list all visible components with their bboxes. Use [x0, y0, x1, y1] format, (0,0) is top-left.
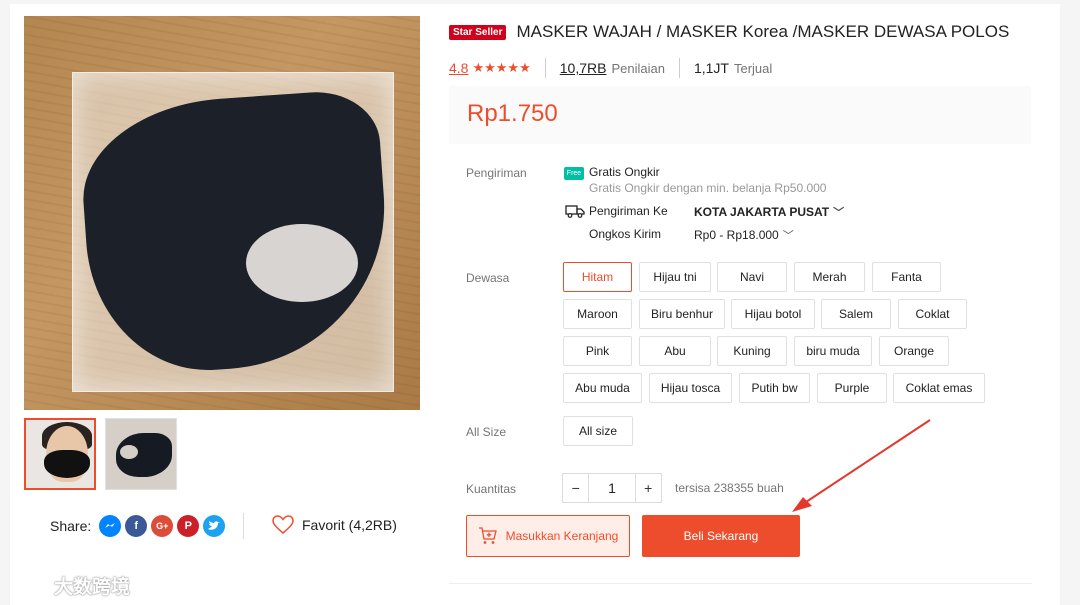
favorite-button[interactable]: Favorit (4,2RB) [272, 515, 397, 535]
variant-option[interactable]: Orange [879, 336, 949, 366]
free-shipping-icon: Free [564, 167, 584, 180]
thumb-mask [44, 450, 90, 478]
variant-option[interactable]: Abu muda [563, 373, 642, 403]
share-bar: Share: f G+ P [50, 515, 226, 537]
ship-to-dropdown[interactable]: KOTA JAKARTA PUSAT ﹀ [694, 204, 844, 220]
variant-option[interactable]: Putih bw [739, 373, 810, 403]
variant-option[interactable]: Hitam [563, 262, 632, 292]
rating-stars-icon: ★★★★★ [472, 60, 531, 75]
google-plus-icon[interactable]: G+ [151, 515, 174, 537]
ship-to-value: KOTA JAKARTA PUSAT [694, 205, 830, 219]
title-row: Star Seller MASKER WAJAH / MASKER Korea … [449, 22, 1009, 42]
add-to-cart-button[interactable]: Masukkan Keranjang [466, 515, 630, 557]
variant-option[interactable]: Hijau tni [639, 262, 711, 292]
variant-label: Dewasa [466, 271, 510, 285]
thumbnail-model[interactable] [24, 418, 96, 490]
quantity-input[interactable]: 1 [588, 474, 636, 502]
product-stats: 4.8 ★★★★★ 10,7RB Penilaian 1,1JT Terjual [449, 58, 772, 78]
shipping-label: Pengiriman [466, 166, 527, 180]
messenger-icon[interactable] [99, 515, 122, 537]
facebook-icon[interactable]: f [125, 515, 148, 537]
rating-value[interactable]: 4.8 [449, 60, 468, 76]
quantity-increment-button[interactable]: + [636, 474, 661, 502]
variant-option[interactable]: Coklat emas [893, 373, 985, 403]
variant-option[interactable]: Abu [639, 336, 711, 366]
watermark: 大数跨境 [8, 572, 130, 599]
stock-remaining: tersisa 238355 buah [675, 481, 784, 495]
ship-cost-dropdown[interactable]: Rp0 - Rp18.000 ﹀ [694, 227, 794, 243]
quantity-label: Kuantitas [466, 482, 517, 496]
heart-icon [272, 515, 294, 534]
share-divider [243, 513, 244, 539]
free-shipping-title: Gratis Ongkir [589, 165, 660, 179]
stats-separator [544, 58, 546, 78]
bottom-divider [449, 583, 1032, 584]
variant-option[interactable]: Purple [817, 373, 887, 403]
variant-option[interactable]: Pink [563, 336, 632, 366]
variant-option[interactable]: Kuning [717, 336, 787, 366]
variant-option[interactable]: Merah [794, 262, 865, 292]
chevron-down-icon: ﹀ [833, 207, 845, 219]
sold-label: Terjual [733, 60, 773, 76]
star-seller-badge: Star Seller [449, 24, 507, 40]
mask-ear-hole [246, 224, 358, 302]
size-label: All Size [466, 425, 507, 439]
truck-icon [565, 205, 585, 218]
twitter-icon[interactable] [203, 515, 226, 537]
free-shipping-subtitle: Gratis Ongkir dengan min. belanja Rp50.0… [589, 181, 827, 195]
cart-plus-icon [478, 527, 497, 544]
quantity-stepper: − 1 + [562, 473, 662, 503]
price: Rp1.750 [467, 100, 558, 127]
product-main-image[interactable] [24, 16, 420, 410]
reviews-label: Penilaian [611, 60, 665, 76]
variant-option[interactable]: Fanta [872, 262, 941, 292]
share-label: Share: [50, 518, 92, 534]
ship-cost-value: Rp0 - Rp18.000 [694, 228, 779, 242]
variant-option[interactable]: Hijau tosca [649, 373, 732, 403]
variant-option[interactable]: Hijau botol [731, 299, 815, 329]
buy-now-button[interactable]: Beli Sekarang [642, 515, 800, 557]
variant-option[interactable]: Coklat [898, 299, 967, 329]
watermark-logo-icon [10, 576, 45, 594]
variant-option[interactable]: Maroon [563, 299, 632, 329]
size-option[interactable]: All size [563, 416, 633, 446]
variant-option[interactable]: biru muda [794, 336, 872, 366]
product-title: MASKER WAJAH / MASKER Korea /MASKER DEWA… [516, 22, 1010, 41]
price-box: Rp1.750 [449, 86, 1031, 144]
chevron-down-icon: ﹀ [782, 230, 794, 242]
quantity-decrement-button[interactable]: − [563, 474, 588, 502]
variant-option[interactable]: Salem [821, 299, 891, 329]
add-to-cart-label: Masukkan Keranjang [505, 529, 619, 543]
ship-cost-label: Ongkos Kirim [589, 227, 662, 241]
ship-to-label: Pengiriman Ke [589, 204, 668, 218]
variant-option[interactable]: Biru benhur [639, 299, 725, 329]
thumbnail-mask[interactable] [105, 418, 177, 490]
stats-separator [678, 58, 680, 78]
watermark-text: 大数跨境 [54, 577, 131, 598]
favorite-label: Favorit (4,2RB) [302, 517, 397, 533]
thumb-mask-hole [120, 445, 138, 459]
variant-option[interactable]: Navi [717, 262, 787, 292]
pinterest-icon[interactable]: P [177, 515, 200, 537]
reviews-count[interactable]: 10,7RB [560, 60, 607, 76]
sold-count: 1,1JT [693, 60, 729, 76]
